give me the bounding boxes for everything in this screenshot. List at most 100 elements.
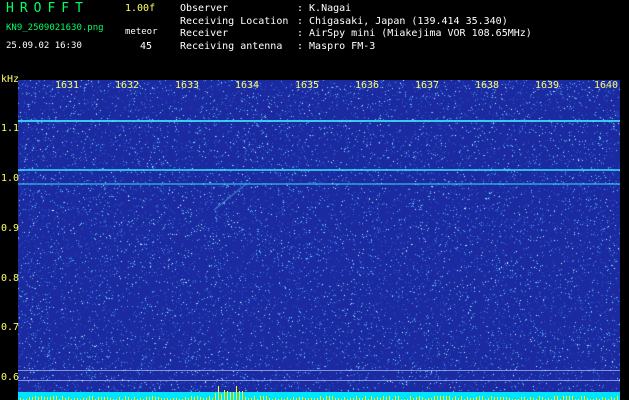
- filename-label: KN9_2509021630.png: [6, 23, 104, 33]
- reference-line-2: [18, 380, 620, 381]
- time-tick: 1640: [594, 80, 619, 91]
- reference-line-1: [18, 370, 620, 371]
- observer-label: Observer: [180, 3, 229, 14]
- echo-spike: [557, 396, 558, 400]
- echo-spike: [239, 391, 240, 400]
- echo-spike: [584, 396, 585, 400]
- signal-line-middle: [18, 169, 620, 171]
- time-tick: 1631: [55, 80, 80, 91]
- info-values: : K.Nagai : Chigasaki, Japan (139.414 35…: [297, 3, 532, 53]
- echo-spike: [389, 396, 390, 400]
- echo-spike: [125, 396, 126, 400]
- echo-spike: [227, 391, 228, 400]
- echo-spike: [320, 396, 321, 400]
- echo-spike: [569, 396, 570, 400]
- signal-line-lower: [18, 183, 620, 185]
- meteor-count: 45: [140, 41, 153, 52]
- meteor-echo-bar: [18, 386, 620, 400]
- echo-spike: [383, 396, 384, 400]
- echo-spike: [209, 396, 210, 400]
- time-tick: 1637: [415, 80, 440, 91]
- echo-spike: [617, 396, 618, 400]
- freq-tick-label: 0.7: [1, 322, 20, 333]
- echo-spike: [356, 396, 357, 400]
- version-label: 1.00f: [125, 3, 156, 14]
- echo-spike: [434, 396, 435, 400]
- echo-spike: [260, 396, 261, 400]
- echo-spike: [539, 396, 540, 400]
- time-tick: 1636: [355, 80, 380, 91]
- spectrogram-noise: [18, 80, 620, 400]
- echo-spike: [236, 386, 237, 400]
- echo-spike: [53, 396, 54, 400]
- echo-spike: [419, 396, 420, 400]
- antenna-label: Receiving antenna: [180, 40, 283, 52]
- echo-spike: [326, 396, 327, 400]
- echo-spike: [455, 396, 456, 400]
- receiver-label: Receiver: [180, 28, 229, 39]
- antenna-value: : Maspro FM-3: [297, 40, 376, 52]
- echo-spike: [332, 396, 333, 400]
- echo-spike: [365, 396, 366, 400]
- echo-spike: [233, 392, 234, 400]
- echo-spike: [35, 396, 36, 400]
- signal-line-upper: [18, 120, 620, 122]
- echo-spike: [491, 396, 492, 400]
- echo-spike: [581, 396, 582, 400]
- location-value: : Chigasaki, Japan (139.414 35.340): [297, 15, 508, 27]
- spectrogram: [18, 80, 620, 400]
- location-label: Receiving Location: [180, 15, 289, 27]
- echo-spike: [449, 396, 450, 400]
- echo-spike: [215, 393, 216, 400]
- echo-spike: [440, 396, 441, 400]
- echo-spike: [218, 386, 219, 400]
- echo-spike: [572, 396, 573, 400]
- time-tick: 1638: [475, 80, 500, 91]
- freq-tick-label: 0.9: [1, 223, 20, 234]
- echo-spike: [41, 396, 42, 400]
- time-tick: 1633: [175, 80, 200, 91]
- echo-spike: [224, 390, 225, 400]
- echo-spike: [329, 396, 330, 400]
- echo-spike: [437, 396, 438, 400]
- echo-spike: [566, 396, 567, 400]
- time-tick: 1635: [295, 80, 320, 91]
- time-tick: 1634: [235, 80, 260, 91]
- meteor-label: meteor: [125, 27, 158, 37]
- echo-spike: [56, 396, 57, 400]
- app-title: HROFFT: [6, 1, 89, 16]
- echo-spike: [89, 396, 90, 400]
- echo-spike: [221, 394, 222, 400]
- freq-tick-label: 1.1: [1, 123, 20, 134]
- echo-spike: [242, 391, 243, 400]
- echo-spike: [395, 396, 396, 400]
- echo-spike: [197, 396, 198, 400]
- echo-spike: [482, 396, 483, 400]
- datetime-label: 25.09.02 16:30: [6, 41, 82, 51]
- echo-spike: [62, 396, 63, 400]
- echo-spike: [92, 396, 93, 400]
- echo-spike: [398, 396, 399, 400]
- echo-spike: [461, 396, 462, 400]
- echo-spike: [254, 396, 255, 400]
- echo-spike: [263, 396, 264, 400]
- echo-spike: [230, 392, 231, 400]
- time-tick: 1639: [535, 80, 560, 91]
- echo-spike: [563, 396, 564, 400]
- time-tick: 1632: [115, 80, 140, 91]
- echo-spike: [266, 396, 267, 400]
- echo-spike: [479, 396, 480, 400]
- freq-tick-label: 0.8: [1, 273, 20, 284]
- echo-spike: [443, 396, 444, 400]
- echo-spike: [371, 396, 372, 400]
- receiver-value: : AirSpy mini (Miakejima VOR 108.65MHz): [297, 28, 532, 39]
- echo-spike: [410, 396, 411, 400]
- y-unit-label: kHz: [1, 74, 20, 85]
- echo-spike: [446, 396, 447, 400]
- freq-tick-label: 0.6: [1, 372, 20, 383]
- echo-spike: [152, 396, 153, 400]
- observer-value: : K.Nagai: [297, 3, 352, 14]
- echo-spike: [191, 396, 192, 400]
- info-labels: Observer Receiving Location Receiver Rec…: [180, 3, 288, 53]
- echo-spike: [554, 396, 555, 400]
